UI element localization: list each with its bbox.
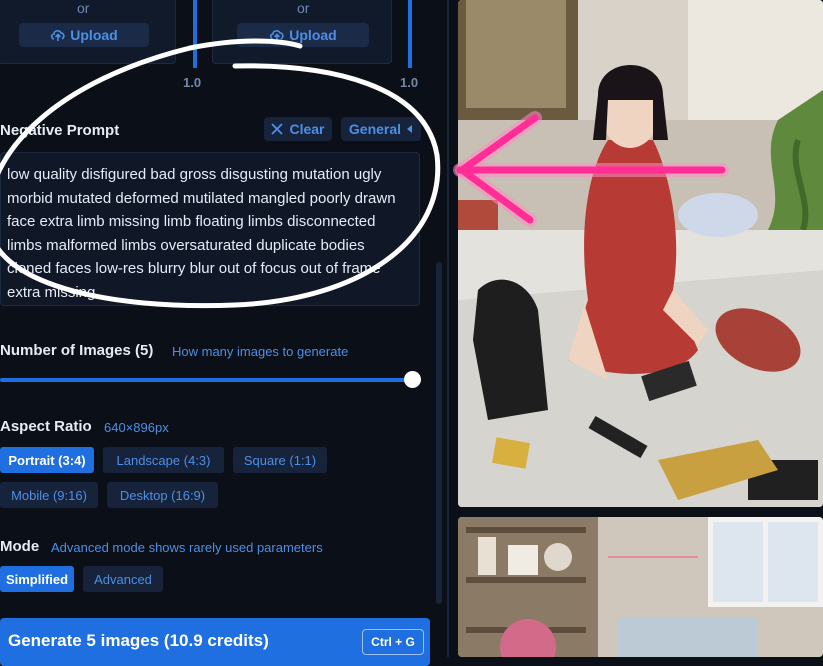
weight-slider-2[interactable]	[408, 0, 412, 68]
close-icon	[271, 123, 284, 135]
upload-button-label: Upload	[70, 27, 118, 43]
weight-value-2: 1.0	[400, 75, 419, 90]
generated-image-2[interactable]	[458, 517, 823, 657]
mode-label: Mode	[0, 538, 40, 555]
aspect-ratio-hint: 640×896px	[104, 420, 169, 435]
aspect-option-square[interactable]: Square (1:1)	[233, 447, 327, 473]
or-label: or	[77, 0, 90, 16]
preset-dropdown-label: General	[348, 121, 402, 137]
mode-option-simplified[interactable]: Simplified	[0, 566, 74, 592]
clear-button[interactable]: Clear	[264, 117, 332, 141]
panel-divider	[447, 0, 449, 657]
num-images-label: Number of Images (5)	[0, 342, 154, 359]
upload-icon	[270, 30, 284, 41]
image-upload-card-1: or Upload	[0, 0, 176, 64]
negative-prompt-label: Negative Prompt	[0, 122, 120, 139]
generate-button-label: Generate 5 images (10.9 credits)	[8, 631, 269, 650]
mode-option-advanced[interactable]: Advanced	[83, 566, 163, 592]
generated-image-1-illustration	[458, 0, 823, 507]
mode-hint: Advanced mode shows rarely used paramete…	[51, 540, 323, 555]
upload-button[interactable]: Upload	[19, 23, 149, 47]
or-label: or	[297, 0, 310, 16]
generated-image-2-illustration	[458, 517, 823, 657]
negative-prompt-textarea[interactable]: low quality disfigured bad gross disgust…	[0, 152, 420, 306]
upload-button-label: Upload	[289, 27, 337, 43]
generated-image-1[interactable]	[458, 0, 823, 507]
weight-slider-1[interactable]	[193, 0, 197, 68]
upload-icon	[51, 30, 65, 41]
settings-panel: or Upload 1.0 or Upload 1.0 Negative Pro…	[0, 0, 450, 666]
upload-button[interactable]: Upload	[237, 23, 369, 47]
aspect-ratio-label: Aspect Ratio	[0, 418, 92, 435]
aspect-option-portrait[interactable]: Portrait (3:4)	[0, 447, 94, 473]
panel-scrollbar[interactable]	[436, 262, 442, 604]
num-images-slider-track[interactable]	[0, 378, 412, 382]
clear-button-label: Clear	[289, 121, 325, 137]
num-images-slider-thumb[interactable]	[404, 371, 421, 388]
chevron-icon	[407, 125, 413, 133]
keyboard-shortcut-badge: Ctrl + G	[362, 629, 424, 655]
image-upload-card-2: or Upload	[212, 0, 392, 64]
aspect-option-landscape[interactable]: Landscape (4:3)	[103, 447, 224, 473]
weight-value-1: 1.0	[183, 75, 202, 90]
num-images-hint: How many images to generate	[172, 344, 349, 359]
preset-dropdown[interactable]: General	[341, 117, 421, 141]
aspect-option-mobile[interactable]: Mobile (9:16)	[0, 482, 98, 508]
aspect-option-desktop[interactable]: Desktop (16:9)	[107, 482, 218, 508]
